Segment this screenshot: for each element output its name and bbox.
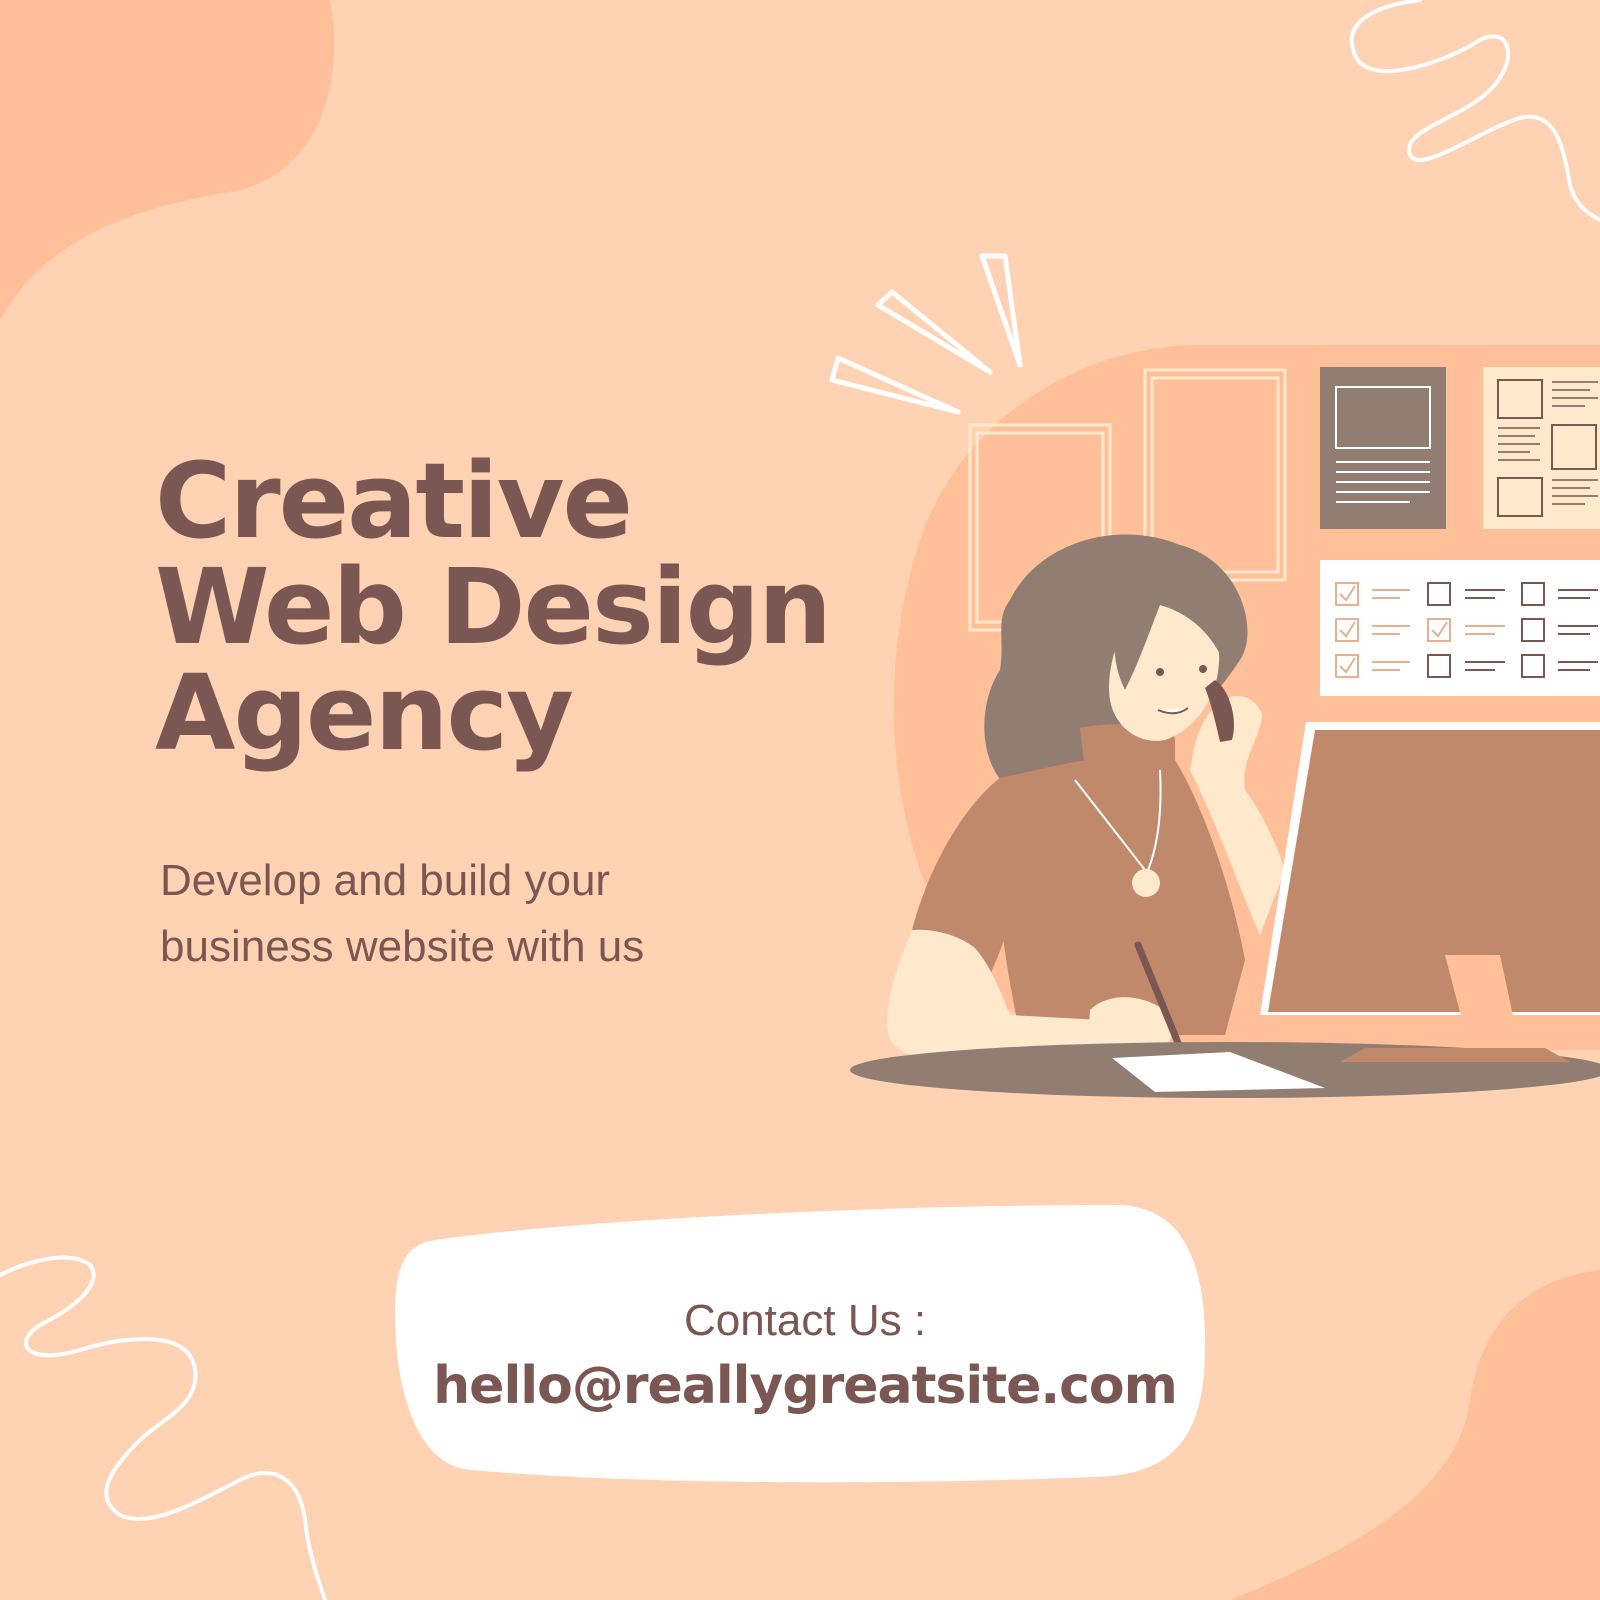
subtitle-line-1: Develop and build your <box>160 856 611 905</box>
pendant <box>1132 869 1160 897</box>
monitor <box>1260 722 1600 1062</box>
poster: Creative Web Design Agency Develop and b… <box>0 0 1600 1600</box>
contact-card-blob <box>395 1205 1206 1483</box>
headline: Creative Web Design Agency <box>155 440 832 774</box>
headline-line-2: Web Design <box>155 546 832 668</box>
contact-card: Contact Us : hello@reallygreatsite.com <box>395 1205 1215 1490</box>
wireframe-card-dark <box>1320 367 1446 529</box>
headline-line-1: Creative <box>155 440 633 562</box>
contact-email-link[interactable]: hello@reallygreatsite.com <box>395 1356 1215 1416</box>
wireframe-card-light <box>1483 367 1600 529</box>
subtitle: Develop and build your business website … <box>160 848 644 980</box>
headline-line-3: Agency <box>155 652 574 774</box>
checklist-card <box>1320 560 1600 696</box>
contact-label: Contact Us : <box>683 1296 927 1345</box>
subtitle-line-2: business website with us <box>160 922 645 971</box>
